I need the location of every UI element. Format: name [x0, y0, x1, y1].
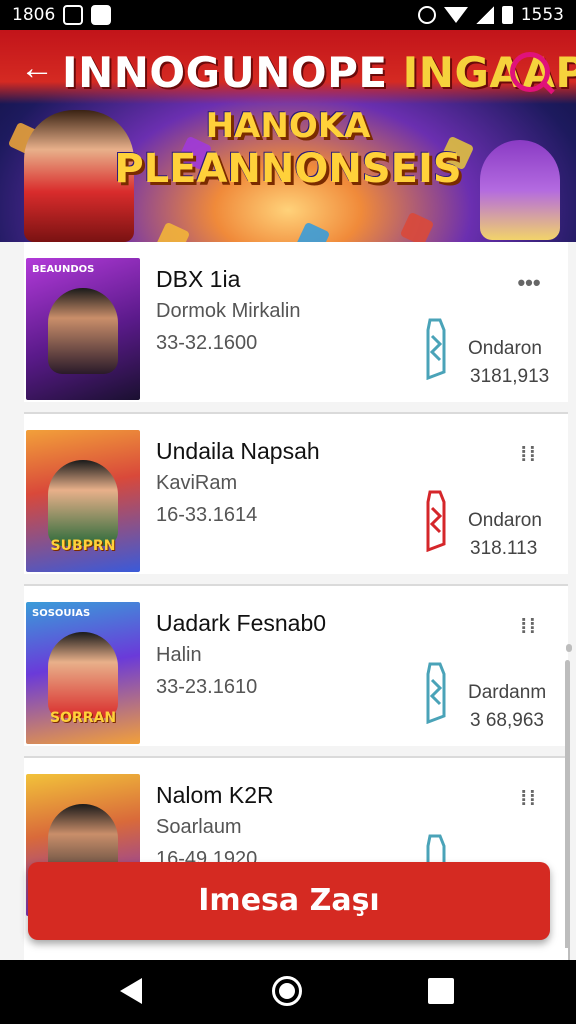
grid-dots-icon[interactable]: ⁞⁞: [514, 612, 544, 642]
battery-text: 1553: [520, 5, 564, 25]
book-badge-icon: [426, 490, 446, 552]
decor-cube: [295, 221, 331, 242]
thumbnail-label: SUBPRN: [50, 538, 116, 554]
badge-value: 3 68,963: [470, 710, 544, 731]
app-title: INNOGUNOPE INGAAPO: [62, 48, 576, 97]
nav-recents-icon[interactable]: [428, 978, 454, 1004]
badge-label: Ondaron: [468, 510, 542, 531]
more-dots-icon[interactable]: •••: [514, 268, 544, 298]
search-icon[interactable]: [510, 52, 550, 92]
banner-subtitle-2: PLEANNONSEIS: [114, 146, 462, 192]
back-arrow-icon[interactable]: ←: [20, 50, 56, 86]
item-title: Nalom K2R: [156, 782, 274, 808]
scroll-indicator: [566, 644, 572, 652]
item-thumbnail: SOSOUIAS SORRAN: [26, 602, 140, 744]
badge-value: 3181,913: [470, 366, 550, 387]
item-date: 33-23.1610: [156, 676, 258, 698]
wifi-icon: [443, 7, 468, 23]
alarm-icon: [417, 6, 436, 24]
book-badge-icon: [426, 318, 446, 380]
signal-icon: [475, 6, 494, 24]
thumbnail-label: SORRAN: [49, 710, 117, 726]
list-item[interactable]: SOSOUIAS SORRAN Uadark Fesnab0 Halin 33-…: [24, 586, 568, 746]
item-date: 33-32.1600: [156, 332, 258, 354]
decor-cube: [399, 211, 435, 242]
thumbnail-character: [48, 632, 118, 718]
badge-value: 318.113: [470, 538, 538, 559]
nav-back-icon[interactable]: [120, 978, 142, 1004]
item-title: Undaila Napsah: [156, 438, 320, 464]
notification-icon: [63, 5, 84, 25]
item-title: DBX 1ia: [156, 266, 241, 292]
app-notification-icon: [91, 5, 112, 25]
navigation-bar: [0, 960, 576, 1024]
status-bar: 1806 1553: [0, 0, 576, 30]
badge-label: Ondaron: [468, 338, 542, 359]
item-title: Uadark Fesnab0: [156, 610, 327, 636]
scrollbar[interactable]: [565, 660, 570, 980]
grid-dots-icon[interactable]: ⁞⁞: [514, 784, 544, 814]
app-title-main: INNOGUNOPE: [62, 48, 388, 97]
item-author: KaviRam: [156, 472, 238, 494]
primary-action-button[interactable]: Imesa Zaşı: [28, 862, 550, 940]
nav-home-icon[interactable]: [272, 976, 302, 1006]
header-banner: ← INNOGUNOPE INGAAPO HANOKA PLEANNONSEIS: [0, 30, 576, 242]
item-thumbnail: SUBPRN: [26, 430, 140, 572]
battery-icon: [501, 6, 513, 24]
item-author: Halin: [156, 644, 202, 666]
list-item[interactable]: BEAUNDOS DBX 1ia Dormok Mirkalin 33-32.1…: [24, 242, 568, 402]
thumbnail-tag: BEAUNDOS: [32, 264, 95, 275]
decor-cube: [155, 221, 191, 242]
grid-dots-icon[interactable]: ⁞⁞: [514, 440, 544, 470]
status-time: 1806: [12, 5, 56, 25]
badge-label: Dardanm: [468, 682, 547, 703]
list-item[interactable]: SUBPRN Undaila Napsah KaviRam 16-33.1614…: [24, 414, 568, 574]
item-author: Soarlaum: [156, 816, 242, 838]
thumbnail-character: [48, 288, 118, 374]
banner-subtitle-1: HANOKA: [205, 106, 371, 146]
item-author: Dormok Mirkalin: [156, 300, 301, 322]
next-item-peek: [24, 948, 568, 960]
app-screen: 1806 1553 ← INNOGUNOPE INGAAPO HANOKA PL…: [0, 0, 576, 1024]
book-badge-icon: [426, 662, 446, 724]
item-thumbnail: BEAUNDOS: [26, 258, 140, 400]
thumbnail-tag: SOSOUIAS: [32, 608, 91, 619]
thumbnail-character: [48, 460, 118, 546]
item-date: 16-33.1614: [156, 504, 258, 526]
